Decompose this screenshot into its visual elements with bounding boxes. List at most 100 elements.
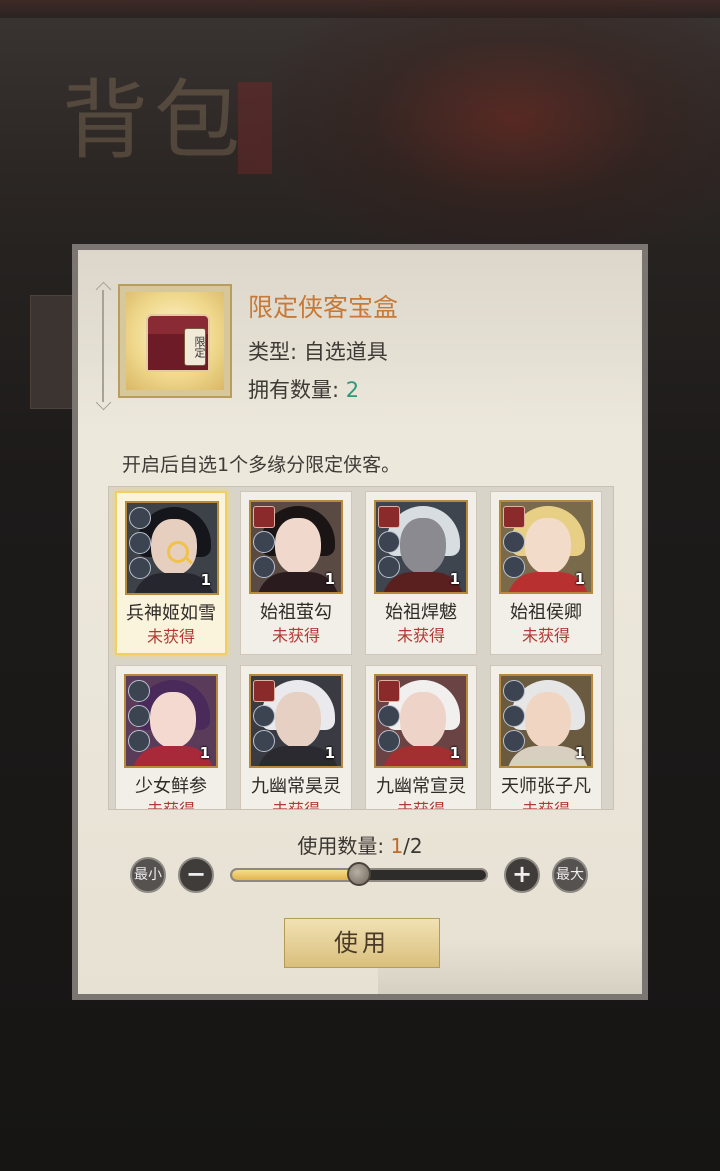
hero-badges: [253, 680, 275, 755]
item-icon-background: 限定: [126, 292, 224, 390]
fate-badge-icon: [129, 507, 151, 529]
hero-card[interactable]: 1 始祖侯卿未获得: [490, 491, 602, 655]
fate-badge-icon: [253, 730, 275, 752]
hero-portrait: 1: [249, 500, 343, 594]
use-count-text: 使用数量:: [297, 834, 391, 858]
fate-badge-icon: [378, 705, 400, 727]
item-count-value: 2: [345, 378, 360, 402]
magnifier-icon[interactable]: [167, 541, 189, 563]
hero-status: 未获得: [396, 800, 445, 810]
hero-card[interactable]: 1 始祖萤勾未获得: [240, 491, 352, 655]
chest-tag: 限定: [184, 328, 206, 366]
hero-name: 少女鲜参: [135, 776, 207, 797]
fate-badge-icon: [378, 531, 400, 553]
fate-badge-icon: [129, 532, 151, 554]
fate-badge-icon: [378, 730, 400, 752]
hero-name: 始祖萤勾: [260, 602, 332, 623]
hero-name: 九幽常昊灵: [251, 776, 341, 797]
fate-badge-icon: [253, 506, 275, 528]
hero-card[interactable]: 1 天师张子凡未获得: [490, 665, 602, 810]
hero-quantity: 1: [200, 571, 211, 589]
hero-portrait: 1: [374, 500, 468, 594]
item-count: 拥有数量: 2: [248, 374, 359, 404]
fate-badge-icon: [503, 531, 525, 553]
fate-badge-icon: [253, 705, 275, 727]
hero-quantity: 1: [574, 744, 585, 762]
hero-quantity: 1: [199, 744, 210, 762]
hero-card[interactable]: 1 九幽常昊灵 未获得: [240, 665, 352, 809]
plus-button[interactable]: +: [504, 857, 540, 893]
background-title: 背包: [62, 71, 246, 171]
hero-face: [525, 692, 571, 748]
hero-name: 始祖侯卿: [510, 602, 582, 623]
use-count-separator: /: [403, 834, 410, 858]
hero-status: 未获得: [521, 800, 570, 810]
hero-badges: [253, 506, 275, 581]
hero-quantity: 1: [449, 744, 460, 762]
hero-portrait: 1: [249, 674, 343, 768]
dialog-panel: 限定 限定侠客宝盒 类型: 自选道具 拥有数量: 2 开启后自选1个多缘分限定侠…: [78, 250, 642, 994]
hero-name: 兵神姬如雪: [126, 603, 216, 624]
fate-badge-icon: [253, 680, 275, 702]
slider-fill: [232, 870, 359, 880]
hero-select-grid[interactable]: 1 兵神姬如雪 未获得 1 始祖萤勾 未获得 1 始祖焊魃 未获得 1 始祖侯卿 未获得 1 少女鲜参 未获…: [108, 486, 614, 810]
min-button[interactable]: 最小: [130, 857, 166, 893]
hero-status: 未获得: [271, 626, 320, 645]
hero-status: 未获得: [146, 800, 195, 810]
item-type-label: 类型:: [248, 340, 304, 364]
hero-badges: [378, 506, 400, 581]
hero-badges: [128, 680, 150, 755]
fate-badge-icon: [503, 556, 525, 578]
hero-portrait: 1: [374, 674, 468, 768]
item-dialog: 限定 限定侠客宝盒 类型: 自选道具 拥有数量: 2 开启后自选1个多缘分限定侠…: [72, 244, 648, 1000]
slider-handle[interactable]: [347, 862, 371, 886]
hero-face: [525, 518, 571, 574]
hero-name: 九幽常宣灵: [376, 776, 466, 797]
fate-badge-icon: [128, 680, 150, 702]
hero-quantity: 1: [324, 744, 335, 762]
item-count-label: 拥有数量:: [248, 378, 346, 402]
hero-face: [400, 518, 446, 574]
hero-quantity: 1: [449, 570, 460, 588]
hero-card[interactable]: 1 兵神姬如雪未获得: [115, 491, 227, 655]
fate-badge-icon: [128, 730, 150, 752]
hero-badges: [503, 506, 525, 581]
hero-name: 天师张子凡: [501, 776, 591, 797]
use-button[interactable]: 使用: [284, 918, 440, 968]
treasure-chest-icon: 限定: [146, 314, 210, 372]
fate-badge-icon: [503, 506, 525, 528]
minus-button[interactable]: −: [178, 857, 214, 893]
hero-portrait: 1: [499, 500, 593, 594]
hero-portrait: 1: [124, 674, 218, 768]
hero-quantity: 1: [574, 570, 585, 588]
background-stamp: [238, 82, 272, 174]
item-description: 开启后自选1个多缘分限定侠客。: [122, 454, 401, 476]
fate-badge-icon: [253, 556, 275, 578]
item-type: 类型: 自选道具: [248, 336, 388, 366]
hero-badges: [129, 507, 151, 582]
hero-badges: [503, 680, 525, 755]
hero-face: [275, 692, 321, 748]
hero-portrait: 1: [499, 674, 593, 768]
hero-status: 未获得: [396, 626, 445, 645]
hero-card[interactable]: 1 少女鲜参未获得: [115, 665, 227, 810]
hero-name: 始祖焊魃: [385, 602, 457, 623]
max-button[interactable]: 最大: [552, 857, 588, 893]
fate-badge-icon: [378, 556, 400, 578]
hero-face: [150, 692, 196, 748]
hero-status: 未获得: [521, 626, 570, 645]
use-count-max: 2: [409, 834, 423, 858]
hero-status: 未获得: [146, 627, 195, 646]
hero-badges: [378, 680, 400, 755]
fate-badge-icon: [503, 705, 525, 727]
fate-badge-icon: [128, 705, 150, 727]
use-count-current: 1: [390, 834, 404, 858]
scroll-decoration: [102, 290, 104, 402]
hero-face: [400, 692, 446, 748]
fate-badge-icon: [503, 730, 525, 752]
hero-card[interactable]: 1 始祖焊魃未获得: [365, 491, 477, 655]
use-count-label: 使用数量: 1/2: [78, 830, 642, 859]
fate-badge-icon: [129, 557, 151, 579]
hero-card[interactable]: 1 九幽常宣灵未获得: [365, 665, 477, 810]
hero-portrait: 1: [125, 501, 219, 595]
